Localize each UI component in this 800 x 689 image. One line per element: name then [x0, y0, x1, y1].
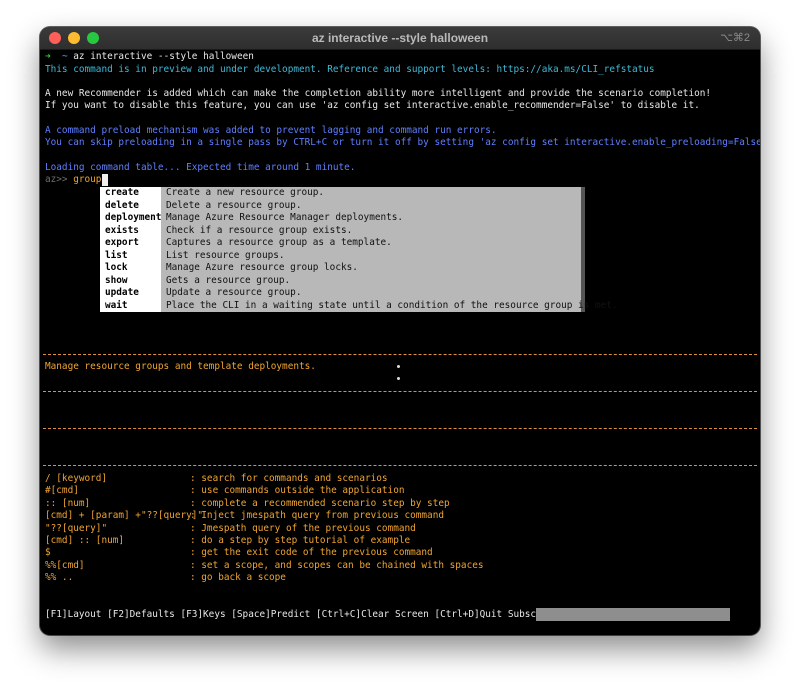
help-desc: : get the exit code of the previous comm… — [190, 547, 433, 559]
help-key: "??[query]" — [45, 522, 108, 534]
completion-item[interactable]: create Create a new resource group. — [100, 187, 585, 200]
input-prompt: az>> — [45, 174, 68, 185]
input-line[interactable]: az>> group — [45, 174, 109, 186]
completion-desc: Delete a resource group. — [166, 199, 302, 211]
completion-name: delete — [105, 199, 139, 211]
completion-name: update — [105, 287, 139, 298]
separator — [43, 391, 757, 392]
separator — [43, 428, 757, 429]
recommender-notice-2: If you want to disable this feature, you… — [45, 100, 700, 111]
terminal-window: az interactive --style halloween ⌥⌘2 ➜ ~… — [40, 27, 760, 635]
help-desc: : use commands outside the application — [190, 485, 405, 497]
completion-desc: Manage Azure Resource Manager deployment… — [166, 212, 404, 223]
help-desc: : Inject jmespath query from previous co… — [190, 510, 444, 522]
completion-desc: Update a resource group. — [166, 287, 302, 298]
completion-item[interactable]: deployment Manage Azure Resource Manager … — [100, 212, 585, 225]
help-key: :: [num] — [45, 497, 91, 509]
completion-name: wait — [105, 299, 128, 311]
completion-menu[interactable]: create Create a new resource group. delet… — [100, 187, 618, 313]
help-desc: : search for commands and scenarios — [190, 473, 388, 484]
completion-name: show — [105, 274, 128, 286]
prompt-arrow-icon: ➜ — [45, 51, 51, 62]
dot-marker — [397, 365, 400, 368]
completion-name: export — [105, 237, 139, 248]
completion-item[interactable]: list List resource groups. — [100, 250, 585, 263]
completion-item[interactable]: delete Delete a resource group. — [100, 200, 585, 213]
completion-desc: Manage Azure resource group locks. — [166, 262, 358, 273]
completion-item[interactable]: wait Place the CLI in a waiting state unt… — [100, 299, 618, 313]
recommender-notice-1: A new Recommender is added which can mak… — [45, 88, 712, 99]
help-key: $ — [45, 547, 51, 559]
completion-item[interactable]: exists Check if a resource group exists. — [100, 225, 585, 238]
completion-item[interactable]: update Update a resource group. — [100, 287, 585, 300]
completion-name: list — [105, 249, 128, 261]
help-desc: : Jmespath query of the previous command — [190, 522, 416, 534]
preload-notice-1: A command preload mechanism was added to… — [45, 125, 497, 136]
command-description: Manage resource groups and template depl… — [45, 361, 316, 372]
input-text[interactable]: group — [73, 174, 101, 185]
prompt-dir: ~ — [61, 51, 68, 62]
text-cursor — [102, 174, 109, 186]
window-shortcut: ⌥⌘2 — [720, 32, 750, 44]
help-key: %% .. — [45, 572, 74, 584]
separator — [43, 465, 757, 466]
help-desc: : set a scope, and scopes can be chained… — [190, 559, 484, 571]
completion-item[interactable]: show Gets a resource group. — [100, 275, 585, 288]
completion-desc: Gets a resource group. — [166, 274, 291, 286]
completion-desc: List resource groups. — [166, 249, 285, 261]
key-toolbar: [F1]Layout [F2]Defaults [F3]Keys [Space]… — [45, 609, 582, 620]
help-key: #[cmd] — [45, 485, 79, 497]
help-desc: : go back a scope — [190, 572, 286, 584]
dot-marker — [397, 377, 400, 380]
completion-name: create — [105, 187, 139, 198]
completion-name: lock — [105, 262, 128, 273]
help-desc: : complete a recommended scenario step b… — [190, 497, 450, 509]
completion-item[interactable]: lock Manage Azure resource group locks. — [100, 262, 585, 275]
command-text: az interactive --style halloween — [73, 51, 254, 62]
help-desc: : do a step by step tutorial of example — [190, 535, 411, 546]
separator — [43, 354, 757, 355]
completion-desc: Captures a resource group as a template. — [166, 237, 392, 248]
help-key: %%[cmd] — [45, 559, 85, 571]
completion-item[interactable]: export Captures a resource group as a tem… — [100, 237, 585, 250]
preload-notice-2: You can skip preloading in a single pass… — [45, 137, 760, 148]
help-key: / [keyword] — [45, 473, 108, 484]
completion-desc: Create a new resource group. — [166, 187, 325, 198]
prompt-line: ➜ ~ az interactive --style halloween — [45, 51, 254, 63]
completion-name: exists — [105, 224, 139, 236]
help-key: [cmd] :: [num] — [45, 535, 125, 546]
title-bar: az interactive --style halloween ⌥⌘2 — [40, 27, 760, 50]
window-title: az interactive --style halloween — [311, 31, 489, 45]
completion-desc: Check if a resource group exists. — [166, 224, 353, 236]
loading-notice: Loading command table... Expected time a… — [45, 162, 356, 173]
help-key: [cmd] + [param] +"??[query]" — [45, 510, 204, 522]
subscription-field[interactable] — [536, 608, 730, 621]
completion-name: deployment — [105, 212, 162, 223]
preview-notice: This command is in preview and under dev… — [45, 64, 655, 75]
completion-desc: Place the CLI in a waiting state until a… — [166, 299, 618, 311]
